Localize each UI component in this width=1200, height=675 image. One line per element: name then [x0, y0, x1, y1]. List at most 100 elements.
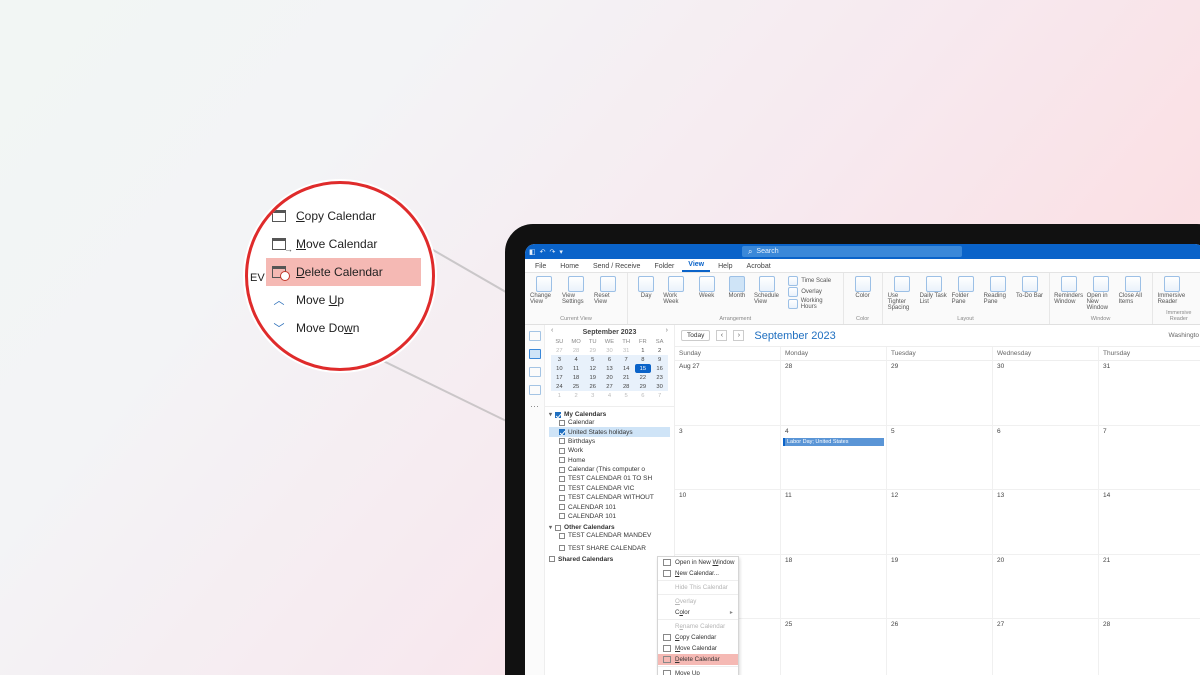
- calendar-cell[interactable]: 19: [887, 555, 993, 620]
- rail-calendar-icon[interactable]: [529, 349, 541, 359]
- menu-item-delete-calendar[interactable]: Delete Calendar: [266, 258, 421, 286]
- calendar-cell[interactable]: 20: [993, 555, 1099, 620]
- immersive-reader-button[interactable]: Immersive Reader: [1158, 276, 1186, 305]
- checkbox-icon[interactable]: [559, 513, 565, 519]
- reset-view-button[interactable]: Reset View: [594, 276, 622, 305]
- tree-item-loose[interactable]: TEST SHARE CALENDAR: [549, 544, 670, 553]
- calendar-cell[interactable]: 31: [1099, 361, 1200, 426]
- tree-group-my-calendars[interactable]: My Calendars: [549, 411, 670, 418]
- tree-item[interactable]: United States holidays: [549, 427, 670, 436]
- checkbox-icon[interactable]: [559, 429, 565, 435]
- calendar-cell[interactable]: 30: [993, 361, 1099, 426]
- calendar-cell[interactable]: 26: [887, 619, 993, 675]
- open-new-window-button[interactable]: Open in New Window: [1087, 276, 1115, 311]
- calendar-cell[interactable]: 25: [781, 619, 887, 675]
- calendar-cell[interactable]: Aug 27: [675, 361, 781, 426]
- calendar-cell[interactable]: 29: [887, 361, 993, 426]
- calendar-cell[interactable]: 7: [1099, 426, 1200, 491]
- tab-send-receive[interactable]: Send / Receive: [587, 261, 646, 272]
- work-week-button[interactable]: Work Week: [663, 276, 689, 305]
- undo-icon[interactable]: ↶: [540, 248, 546, 256]
- checkbox-icon[interactable]: [559, 545, 565, 551]
- tree-item[interactable]: Work: [549, 446, 670, 455]
- calendar-cell[interactable]: 3: [675, 426, 781, 491]
- calendar-cell[interactable]: 5: [887, 426, 993, 491]
- working-hours-button[interactable]: Working Hours: [788, 298, 837, 310]
- tree-item[interactable]: TEST CALENDAR VIC: [549, 484, 670, 493]
- tab-help[interactable]: Help: [712, 261, 738, 272]
- tab-view[interactable]: View: [682, 259, 710, 272]
- calendar-cell[interactable]: 28: [781, 361, 887, 426]
- checkbox-icon[interactable]: [559, 504, 565, 510]
- time-scale-button[interactable]: Time Scale: [788, 276, 837, 286]
- calendar-cell[interactable]: 18: [781, 555, 887, 620]
- close-all-items-button[interactable]: Close All Items: [1119, 276, 1147, 305]
- schedule-view-button[interactable]: Schedule View: [754, 276, 780, 305]
- checkbox-icon[interactable]: [559, 467, 565, 473]
- daily-task-button[interactable]: Daily Task List: [920, 276, 948, 305]
- next-month-button[interactable]: ›: [733, 330, 744, 341]
- ctx-item[interactable]: Delete Calendar: [658, 654, 738, 665]
- ctx-item[interactable]: Copy Calendar: [658, 632, 738, 643]
- calendar-event[interactable]: Labor Day; United States: [783, 438, 884, 446]
- minical-prev-icon[interactable]: ‹: [551, 327, 553, 334]
- month-grid[interactable]: Aug 2728293031 34Labor Day; United States…: [675, 361, 1200, 675]
- tree-item[interactable]: TEST CALENDAR MANDEV: [549, 531, 670, 540]
- minical-next-icon[interactable]: ›: [666, 327, 668, 334]
- checkbox-icon[interactable]: [555, 412, 561, 418]
- checkbox-icon[interactable]: [559, 420, 565, 426]
- calendar-cell[interactable]: 21: [1099, 555, 1200, 620]
- search-box[interactable]: Search: [742, 246, 962, 257]
- checkbox-icon[interactable]: [559, 438, 565, 444]
- calendar-cell[interactable]: 4Labor Day; United States: [781, 426, 887, 491]
- rail-mail-icon[interactable]: [529, 331, 541, 341]
- calendar-cell[interactable]: 12: [887, 490, 993, 555]
- tab-folder[interactable]: Folder: [648, 261, 680, 272]
- checkbox-icon[interactable]: [559, 495, 565, 501]
- minical-grid[interactable]: SUMOTUWETHFRSA27282930311234567891011121…: [551, 338, 668, 400]
- tree-item[interactable]: Calendar (This computer o: [549, 465, 670, 474]
- checkbox-icon[interactable]: [559, 457, 565, 463]
- tree-item[interactable]: CALENDAR 101: [549, 502, 670, 511]
- tree-group-shared-calendars[interactable]: Shared Calendars: [549, 556, 670, 563]
- checkbox-icon[interactable]: [559, 533, 565, 539]
- change-view-button[interactable]: Change View: [530, 276, 558, 305]
- calendar-cell[interactable]: 6: [993, 426, 1099, 491]
- prev-month-button[interactable]: ‹: [716, 330, 727, 341]
- menu-item-move-up[interactable]: ︿ Move Up: [266, 286, 421, 314]
- tab-home[interactable]: Home: [554, 261, 585, 272]
- rail-more-icon[interactable]: ⋯: [530, 403, 539, 409]
- qat-dropdown-icon[interactable]: ▾: [559, 248, 563, 256]
- month-button[interactable]: Month: [724, 276, 750, 299]
- checkbox-icon[interactable]: [559, 448, 565, 454]
- rail-tasks-icon[interactable]: [529, 385, 541, 395]
- ctx-item[interactable]: Move Calendar: [658, 643, 738, 654]
- today-button[interactable]: Today: [681, 330, 710, 341]
- menu-item-copy-calendar[interactable]: Copy Calendar: [266, 202, 421, 230]
- menu-item-move-down[interactable]: ﹀ Move Down: [266, 314, 421, 342]
- calendar-cell[interactable]: 14: [1099, 490, 1200, 555]
- tree-item[interactable]: Birthdays: [549, 437, 670, 446]
- todo-bar-button[interactable]: To-Do Bar: [1016, 276, 1044, 299]
- menu-item-move-calendar[interactable]: Move Calendar: [266, 230, 421, 258]
- view-settings-button[interactable]: View Settings: [562, 276, 590, 305]
- checkbox-icon[interactable]: [555, 525, 561, 531]
- color-button[interactable]: Color: [849, 276, 877, 299]
- tree-item[interactable]: CALENDAR 101: [549, 512, 670, 521]
- calendar-cell[interactable]: 27: [993, 619, 1099, 675]
- checkbox-icon[interactable]: [559, 476, 565, 482]
- checkbox-icon[interactable]: [549, 556, 555, 562]
- checkbox-icon[interactable]: [559, 485, 565, 491]
- folder-pane-button[interactable]: Folder Pane: [952, 276, 980, 305]
- week-button[interactable]: Week: [694, 276, 720, 299]
- mini-calendar[interactable]: ‹ › September 2023 SUMOTUWETHFRSA2728293…: [545, 325, 674, 407]
- redo-icon[interactable]: ↷: [550, 248, 556, 256]
- rail-people-icon[interactable]: [529, 367, 541, 377]
- calendar-cell[interactable]: 11: [781, 490, 887, 555]
- tree-item[interactable]: TEST CALENDAR 01 TO SH: [549, 474, 670, 483]
- overlay-button[interactable]: Overlay: [788, 287, 837, 297]
- tree-item[interactable]: TEST CALENDAR WITHOUT: [549, 493, 670, 502]
- ctx-item[interactable]: Move Up: [658, 668, 738, 675]
- tree-item[interactable]: Calendar: [549, 418, 670, 427]
- reading-pane-button[interactable]: Reading Pane: [984, 276, 1012, 305]
